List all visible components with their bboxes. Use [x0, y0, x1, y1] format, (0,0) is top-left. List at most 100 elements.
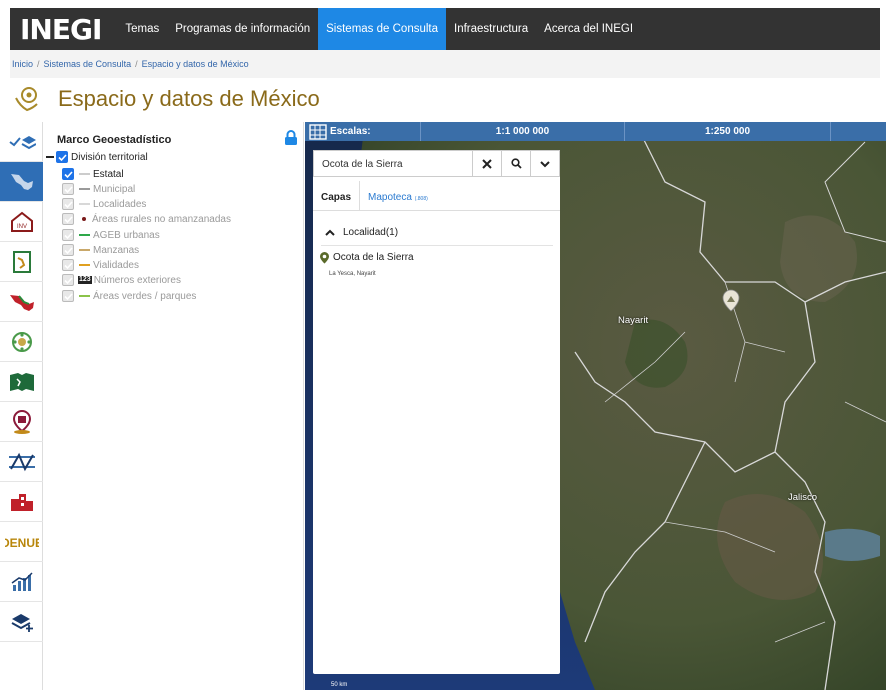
- scale-label: Escalas:: [330, 126, 371, 137]
- grid-table-icon: [309, 123, 327, 140]
- tab-mapoteca-label: Mapoteca: [368, 192, 412, 203]
- layer-checkbox[interactable]: [62, 168, 74, 180]
- map-marker-icon: [320, 252, 329, 264]
- layer-label: Localidades: [93, 198, 147, 210]
- nav-infraestructura[interactable]: Infraestructura: [446, 8, 536, 50]
- checkbox-division-territorial[interactable]: [56, 151, 68, 163]
- add-layer-icon: [11, 613, 33, 632]
- check-icon: [63, 200, 73, 208]
- result-name: Ocota de la Sierra: [333, 252, 414, 263]
- open-book-map-icon: [9, 372, 34, 391]
- layer-checkbox[interactable]: [62, 259, 74, 271]
- check-icon: [63, 215, 73, 223]
- layers-icon: [8, 135, 36, 149]
- chevron-down-icon: [540, 160, 550, 167]
- rail-transport[interactable]: [0, 442, 43, 482]
- map-pin-hand-icon: [15, 87, 38, 112]
- chevron-up-icon: [325, 229, 335, 236]
- rail-statistics[interactable]: [0, 562, 43, 602]
- clear-search-button[interactable]: [472, 151, 501, 176]
- layer-tree-heading: Marco Geoestadístico: [57, 134, 172, 146]
- scale-option-1m[interactable]: 1:1 000 000: [421, 122, 625, 141]
- census-wheel-icon: [11, 331, 32, 352]
- search-button[interactable]: [501, 151, 530, 176]
- layer-row: Municipal: [62, 183, 135, 195]
- layer-checkbox[interactable]: [62, 183, 74, 195]
- tab-mapoteca[interactable]: Mapoteca (.808): [360, 181, 436, 210]
- rail-layers-toggle[interactable]: [0, 122, 43, 162]
- transport-network-icon: [8, 452, 35, 471]
- breadcrumb: Inicio / Sistemas de Consulta / Espacio y da…: [10, 50, 880, 78]
- scale-label-cell: Escalas:: [305, 122, 421, 141]
- nav-acerca[interactable]: Acerca del INEGI: [536, 8, 641, 50]
- denue-icon: DENUE: [5, 536, 39, 550]
- layer-row: Áreas verdes / parques: [62, 290, 196, 302]
- layer-checkbox[interactable]: [62, 213, 74, 225]
- point-swatch-icon: [82, 217, 86, 221]
- tab-capas[interactable]: Capas: [313, 181, 361, 210]
- numbers-icon: 123: [78, 276, 92, 284]
- layer-tree-panel: Marco Geoestadístico División territoria…: [44, 122, 304, 690]
- map-label-jalisco: Jalisco: [788, 492, 818, 503]
- breadcrumb-inicio[interactable]: Inicio: [12, 59, 33, 69]
- results-tabs: Capas Mapoteca (.808): [313, 181, 560, 211]
- line-swatch-icon: [79, 264, 90, 266]
- lock-icon[interactable]: [284, 130, 298, 146]
- breadcrumb-separator: /: [37, 59, 40, 69]
- rail-mexico-map[interactable]: [0, 162, 43, 202]
- line-swatch-icon: [79, 203, 90, 205]
- rail-mexico-flag[interactable]: [0, 282, 43, 322]
- nav-sistemas-consulta[interactable]: Sistemas de Consulta: [318, 8, 447, 50]
- layer-checkbox[interactable]: [62, 274, 74, 286]
- layer-label: Áreas rurales no amanzanadas: [92, 213, 231, 225]
- rail-economic-units[interactable]: [0, 482, 43, 522]
- rail-inventario[interactable]: INV: [0, 202, 43, 242]
- title-bar: Espacio y datos de México: [10, 82, 880, 116]
- search-input[interactable]: Ocota de la Sierra: [314, 151, 472, 176]
- collapse-toggle[interactable]: [46, 156, 54, 158]
- layer-checkbox[interactable]: [62, 229, 74, 241]
- rail-add-layer[interactable]: [0, 602, 43, 642]
- close-icon: [482, 158, 492, 169]
- map-view[interactable]: Nayarit Jalisco 50 km Escalas: 1:1 000 0…: [305, 122, 886, 690]
- result-group-localidad[interactable]: Localidad(1): [321, 220, 553, 246]
- svg-text:INV: INV: [16, 224, 26, 230]
- layer-checkbox[interactable]: [62, 198, 74, 210]
- layer-row: 123 Números exteriores: [62, 274, 181, 286]
- result-item[interactable]: Ocota de la Sierra: [319, 251, 414, 264]
- check-icon: [63, 170, 73, 178]
- breadcrumb-espacio[interactable]: Espacio y datos de México: [142, 59, 249, 69]
- layer-row: Vialidades: [62, 259, 139, 271]
- rail-census[interactable]: [0, 322, 43, 362]
- rail-document-map[interactable]: [0, 242, 43, 282]
- scale-option-250k[interactable]: 1:250 000: [625, 122, 831, 141]
- rail-building-location[interactable]: [0, 402, 43, 442]
- layer-label: Áreas verdes / parques: [93, 290, 197, 302]
- inventory-house-icon: INV: [10, 211, 33, 232]
- breadcrumb-sistemas[interactable]: Sistemas de Consulta: [44, 59, 132, 69]
- nav-programas[interactable]: Programas de información: [167, 8, 318, 50]
- tool-rail: INV DENUE: [0, 122, 43, 690]
- mexico-map-icon: [10, 173, 33, 190]
- layer-row: AGEB urbanas: [62, 229, 160, 241]
- layer-checkbox[interactable]: [62, 244, 74, 256]
- inegi-logo[interactable]: INEGI: [20, 13, 102, 46]
- rail-denue[interactable]: DENUE: [0, 522, 43, 562]
- search-results-panel: Ocota de la Sierra Capas Mapoteca (.808)…: [313, 150, 560, 674]
- check-icon: [63, 231, 73, 239]
- check-icon: [57, 153, 67, 161]
- nav-temas[interactable]: Temas: [117, 8, 167, 50]
- line-swatch-icon: [79, 249, 90, 251]
- line-swatch-icon: [79, 173, 90, 175]
- layer-label: Manzanas: [93, 244, 140, 256]
- layer-checkbox[interactable]: [62, 290, 74, 302]
- check-icon: [63, 276, 73, 284]
- building-location-icon: [12, 409, 31, 434]
- rail-book-map[interactable]: [0, 362, 43, 402]
- breadcrumb-separator: /: [135, 59, 138, 69]
- line-swatch-icon: [79, 188, 90, 190]
- map-scale-text: 50 km: [331, 682, 348, 688]
- tab-mapoteca-count: (.808): [414, 196, 428, 202]
- mexico-flag-icon: [9, 294, 34, 311]
- expand-search-button[interactable]: [530, 151, 559, 176]
